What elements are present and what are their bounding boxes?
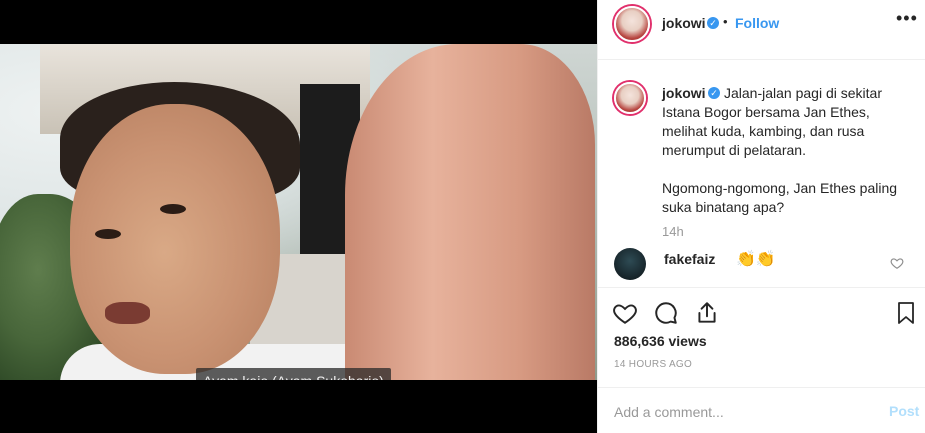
view-count[interactable]: 886,636 views xyxy=(614,333,707,349)
comment-row: fakefaiz 👏👏 xyxy=(598,246,925,286)
action-bar xyxy=(598,287,925,335)
caption-text: Jalan-jalan pagi di sekitar Istana Bogor… xyxy=(662,84,912,236)
bookmark-icon[interactable] xyxy=(894,300,918,326)
caption-timestamp[interactable]: 14h xyxy=(662,224,684,239)
author-avatar[interactable] xyxy=(614,6,650,42)
video-subtitle: Ayam kajo (Ayam Sukoharjo) xyxy=(196,368,391,380)
heart-icon[interactable] xyxy=(612,300,638,326)
video-child-face xyxy=(70,104,280,374)
comment-input[interactable] xyxy=(614,402,864,422)
video-hand xyxy=(345,44,595,380)
share-icon[interactable] xyxy=(694,300,720,326)
follow-button[interactable]: Follow xyxy=(735,15,779,31)
post-comment-button[interactable]: Post xyxy=(889,403,919,419)
commenter-avatar[interactable] xyxy=(614,248,646,280)
separator-dot: • xyxy=(723,14,728,29)
more-options-icon[interactable]: ••• xyxy=(896,8,918,29)
instagram-post: Ayam kajo (Ayam Sukoharjo) jokowi ✓ • Fo… xyxy=(0,0,925,433)
caption-author-avatar[interactable] xyxy=(614,82,646,114)
post-media[interactable]: Ayam kajo (Ayam Sukoharjo) xyxy=(0,0,597,433)
comment-icon[interactable] xyxy=(653,300,679,326)
video-child-mouth xyxy=(105,302,150,324)
add-comment-bar: Post xyxy=(598,387,925,433)
caption-paragraph: Ngomong-ngomong, Jan Ethes paling suka b… xyxy=(662,180,898,215)
verified-badge-icon: ✓ xyxy=(707,17,719,29)
commenter-username[interactable]: fakefaiz xyxy=(664,251,715,267)
post-sidebar: jokowi ✓ • Follow ••• jokowi ✓ Jalan-jal… xyxy=(597,0,925,433)
author-username[interactable]: jokowi xyxy=(662,15,706,31)
like-comment-icon[interactable] xyxy=(890,256,904,270)
post-header: jokowi ✓ • Follow ••• xyxy=(598,0,925,60)
video-child-eye xyxy=(95,229,121,239)
caption-paragraph: Jalan-jalan pagi di sekitar Istana Bogor… xyxy=(662,85,882,158)
comment-text: 👏👏 xyxy=(736,251,776,268)
post-timestamp[interactable]: 14 HOURS AGO xyxy=(614,359,692,370)
video-frame[interactable]: Ayam kajo (Ayam Sukoharjo) xyxy=(0,44,597,380)
video-child-eye xyxy=(160,204,186,214)
